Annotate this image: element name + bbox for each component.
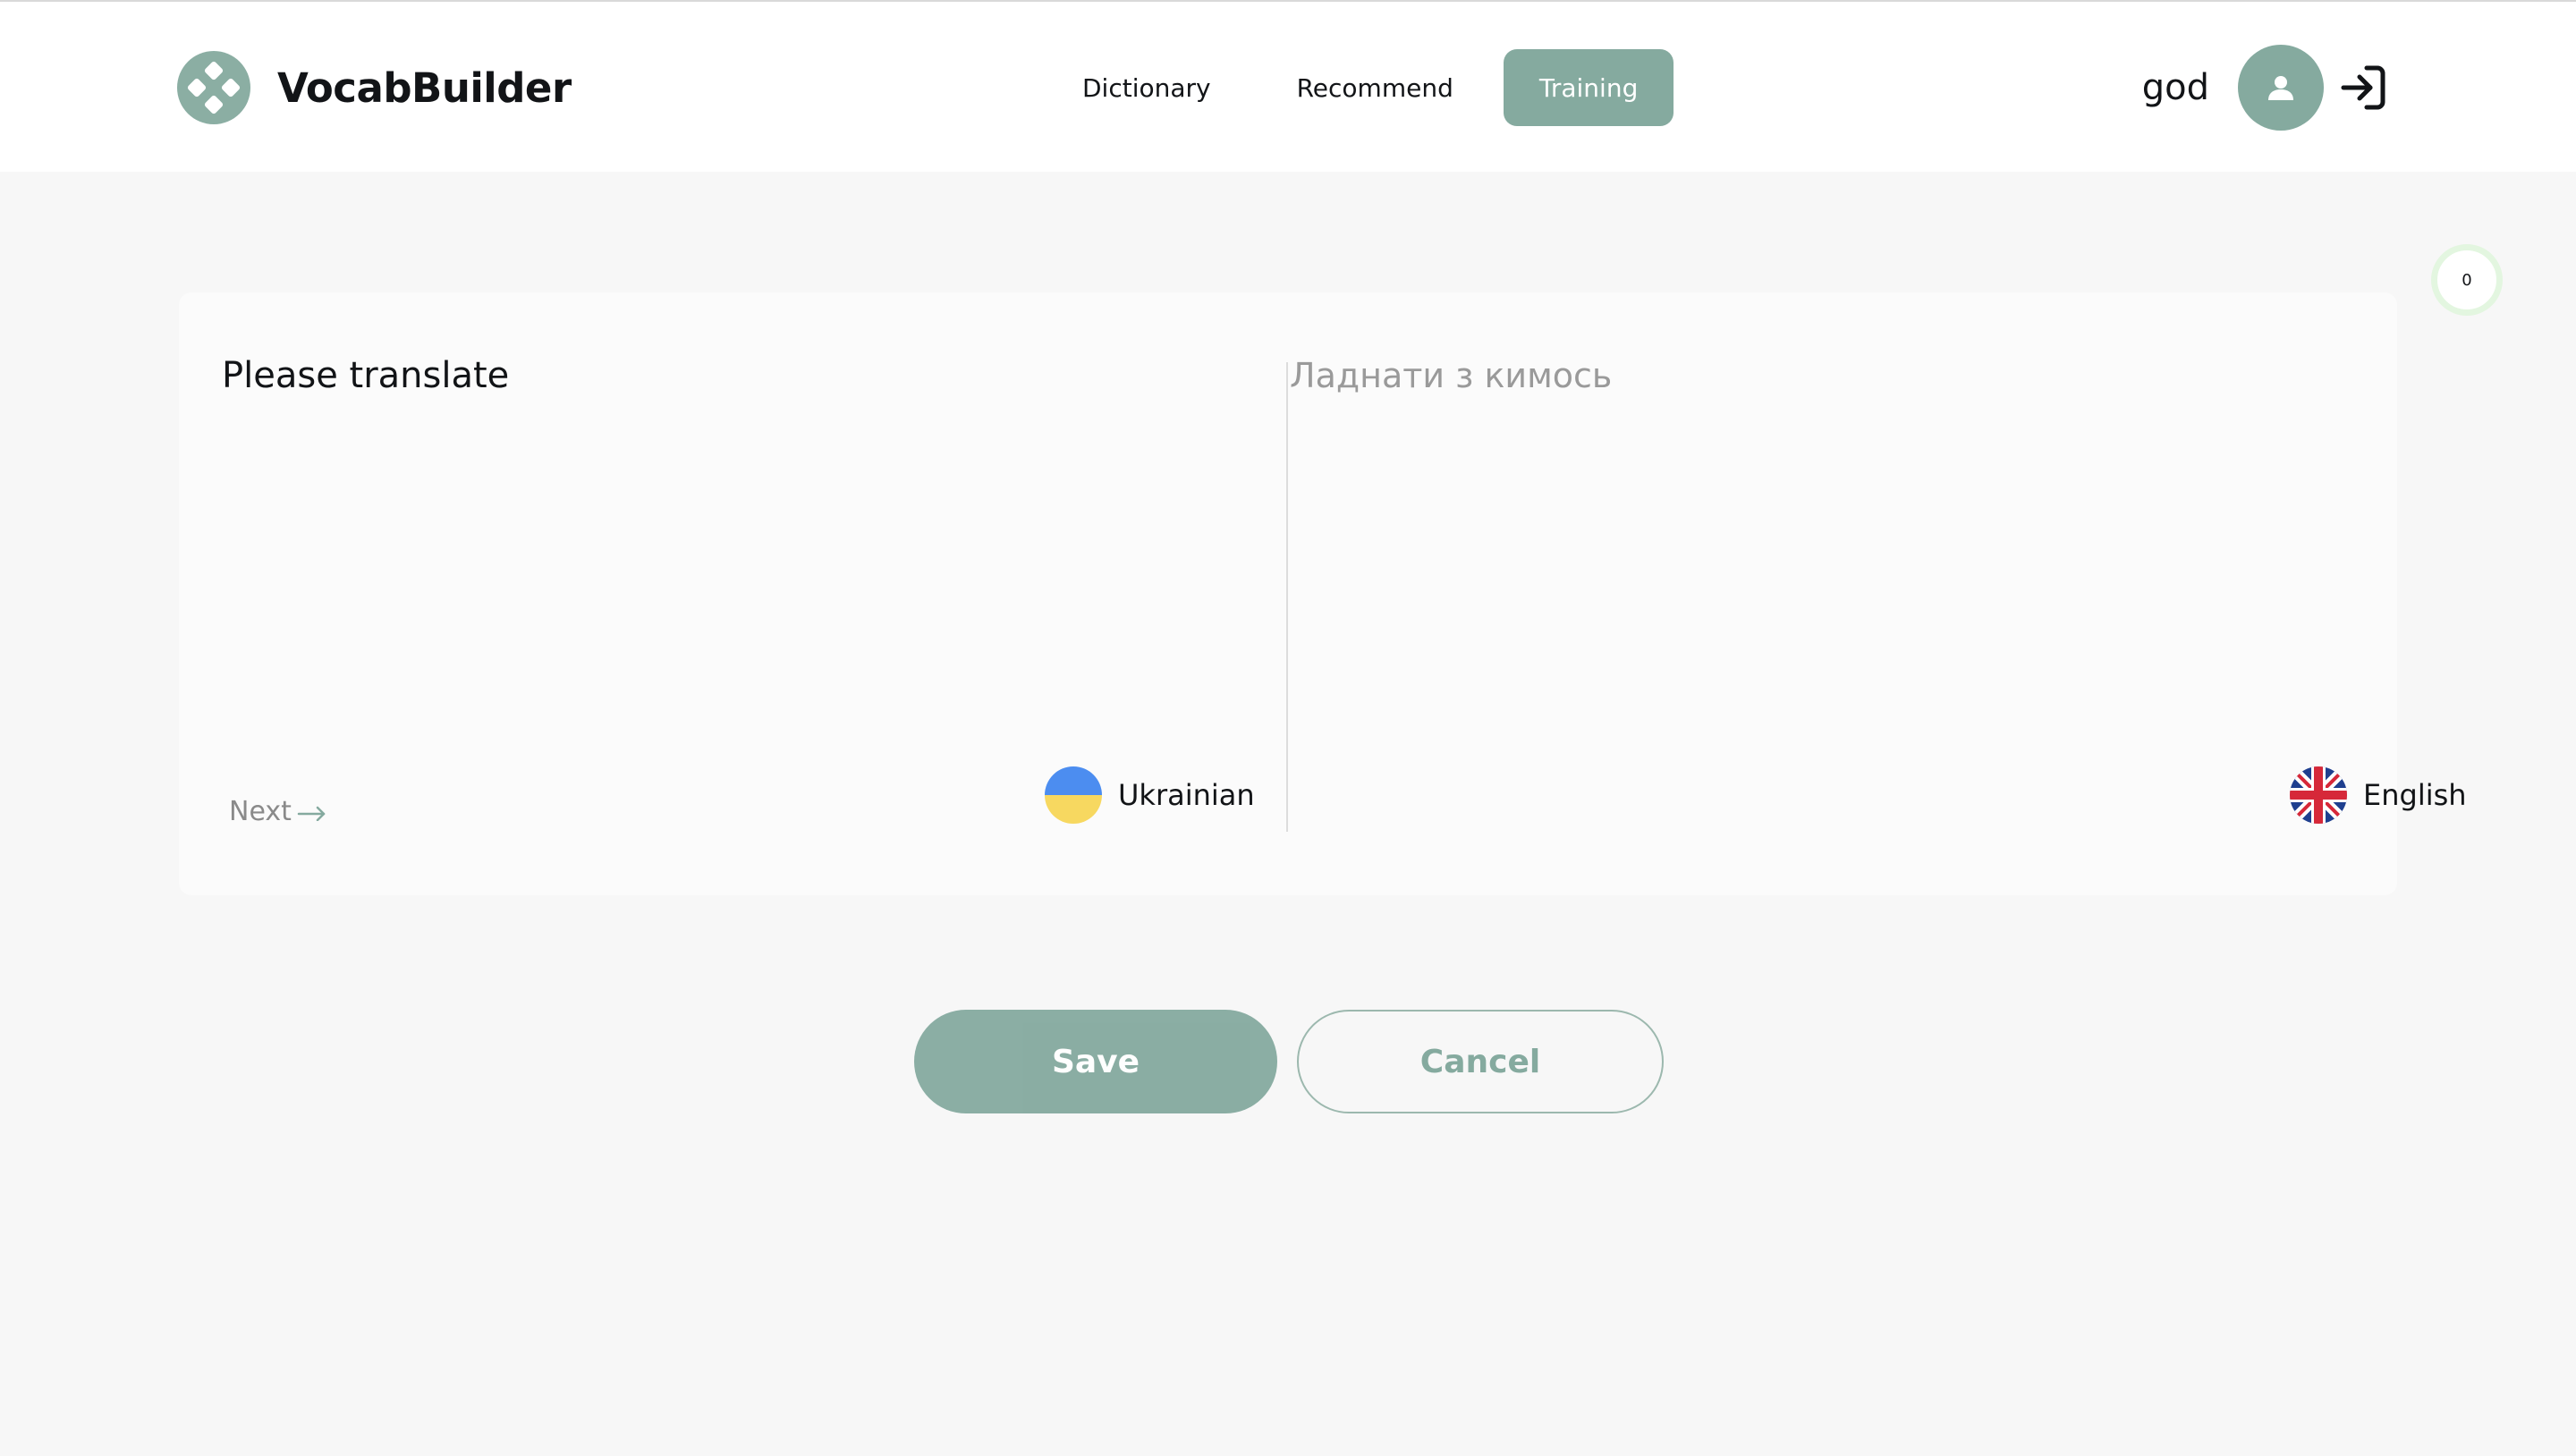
training-card: Please translate Next Ukrainian Ладнати …: [179, 292, 2467, 895]
nav-training[interactable]: Training: [1503, 49, 1674, 126]
translate-prompt: Please translate: [222, 355, 510, 396]
target-language: English: [2290, 766, 2467, 824]
user-name: god: [2141, 67, 2209, 108]
app-logo[interactable]: VocabBuilder: [177, 51, 572, 124]
next-button[interactable]: Next: [229, 796, 327, 827]
main-nav: Dictionary Recommend Training: [1046, 49, 1674, 126]
save-button[interactable]: Save: [914, 1010, 1277, 1113]
source-pane: Please translate Next Ukrainian: [179, 292, 1286, 895]
source-language-label: Ukrainian: [1118, 778, 1255, 812]
user-menu: god: [2142, 45, 2388, 131]
app-header: VocabBuilder Dictionary Recommend Traini…: [0, 2, 2576, 172]
uk-flag-icon: [2290, 766, 2347, 824]
translation-input[interactable]: [1290, 353, 2318, 398]
arrow-right-icon: [297, 806, 326, 821]
form-actions: Save Cancel: [914, 1010, 1664, 1113]
app-name: VocabBuilder: [277, 63, 572, 112]
target-language-label: English: [2363, 778, 2467, 812]
ukraine-flag-icon: [1045, 766, 1102, 824]
cancel-button[interactable]: Cancel: [1297, 1010, 1664, 1113]
target-pane: English: [1286, 292, 2467, 895]
logout-arrow-icon[interactable]: [2338, 63, 2388, 113]
source-language: Ukrainian: [1045, 766, 1255, 824]
clover-logo-icon: [177, 51, 250, 124]
nav-dictionary[interactable]: Dictionary: [1046, 49, 1247, 126]
user-icon[interactable]: [2238, 45, 2324, 131]
next-label: Next: [229, 796, 292, 827]
progress-counter: 0: [2431, 244, 2503, 316]
nav-recommend[interactable]: Recommend: [1261, 49, 1489, 126]
